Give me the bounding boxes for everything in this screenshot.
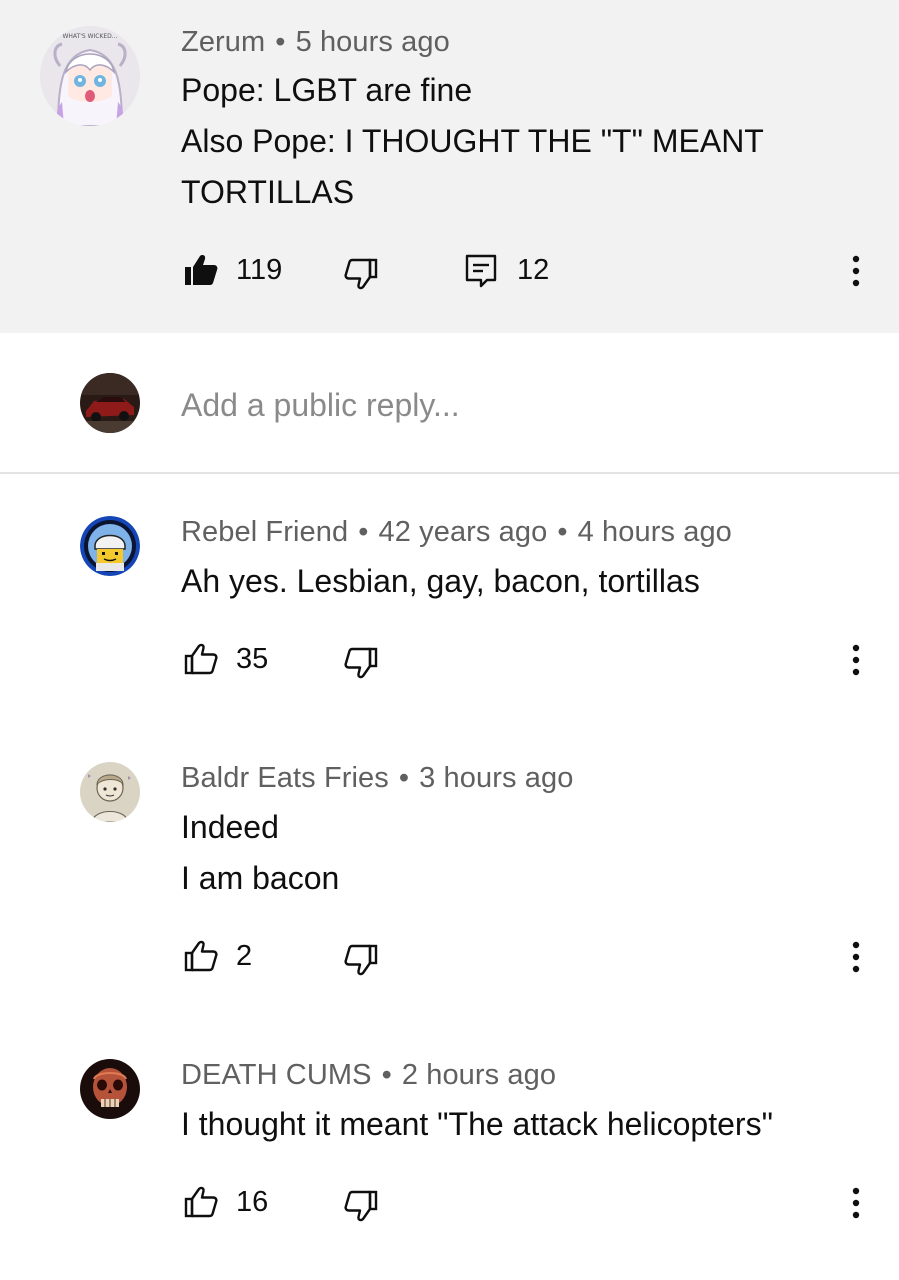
comment-meta: Rebel Friend • 42 years ago • 4 hours ago — [181, 516, 732, 549]
comment-text-line-1: Indeed — [181, 809, 279, 845]
comment-meta: DEATH CUMS • 2 hours ago — [181, 1059, 556, 1092]
separator-dot: • — [275, 26, 286, 58]
more-vert-icon — [852, 941, 860, 973]
avatar-baldr-eats-fries[interactable] — [80, 762, 140, 822]
thumbs-down-icon — [344, 258, 378, 290]
comment-text-line-3: TORTILLAS — [181, 174, 355, 210]
comment-actions: 16 — [0, 1184, 899, 1234]
lego-rebel-avatar-icon — [80, 516, 140, 576]
like-count: 35 — [236, 643, 269, 675]
separator-dot: • — [381, 1059, 392, 1091]
reply-input[interactable]: Add a public reply... — [181, 387, 460, 424]
thumbs-up-icon — [184, 643, 218, 675]
dislike-button[interactable] — [343, 1188, 379, 1224]
separator-dot: • — [557, 516, 568, 548]
author-name[interactable]: Zerum — [181, 26, 265, 58]
timestamp: 2 hours ago — [401, 1059, 557, 1091]
comment-icon — [465, 254, 497, 288]
dislike-button[interactable] — [343, 645, 379, 681]
thumbs-down-icon — [344, 1190, 378, 1222]
separator-dot: • — [358, 516, 369, 548]
more-options-button[interactable] — [844, 938, 868, 974]
more-options-button[interactable] — [844, 252, 868, 288]
timestamp: 4 hours ago — [577, 516, 732, 548]
top-comment: WHAT'S WICKED... Zerum • 5 hours ago Pope:… — [0, 0, 899, 333]
like-count: 2 — [236, 940, 253, 972]
sketch-avatar-icon — [80, 762, 140, 822]
like-count: 119 — [236, 254, 283, 286]
more-vert-icon — [852, 1187, 860, 1219]
reply-button[interactable] — [465, 254, 497, 288]
car-avatar-icon — [80, 373, 140, 433]
thumbs-down-icon — [344, 647, 378, 679]
like-button[interactable] — [183, 252, 219, 288]
separator-dot: • — [398, 762, 410, 794]
avatar-rebel-friend[interactable] — [80, 516, 140, 576]
dislike-button[interactable] — [343, 942, 379, 978]
comment-text-line-1: Pope: LGBT are fine — [181, 72, 473, 108]
author-name[interactable]: Baldr Eats Fries — [181, 762, 389, 794]
comment-meta: Zerum • 5 hours ago — [181, 26, 450, 59]
comment-text-line-2: Also Pope: I THOUGHT THE "T" MEANT — [181, 123, 764, 159]
like-count: 16 — [236, 1186, 269, 1218]
reply-count: 12 — [517, 254, 550, 286]
thumbs-up-filled-icon — [185, 255, 218, 285]
skull-avatar-icon — [80, 1059, 140, 1119]
comment-actions: 2 — [0, 938, 899, 988]
comment-text-line-1: I thought it meant "The attack helicopte… — [181, 1106, 773, 1142]
like-button[interactable] — [183, 938, 219, 974]
thumbs-down-icon — [344, 944, 378, 976]
comment-text-line-2: I am bacon — [181, 860, 340, 896]
more-options-button[interactable] — [844, 641, 868, 677]
anime-girl-avatar-icon: WHAT'S WICKED... — [40, 26, 140, 126]
more-vert-icon — [852, 644, 860, 676]
reply-comment: DEATH CUMS • 2 hours ago I thought it mean… — [0, 1019, 899, 1269]
more-vert-icon — [852, 255, 860, 287]
comment-meta: Baldr Eats Fries • 3 hours ago — [181, 762, 573, 795]
avatar-caption: WHAT'S WICKED... — [62, 33, 117, 40]
thumbs-up-icon — [184, 1186, 218, 1218]
author-name[interactable]: DEATH CUMS — [181, 1059, 372, 1091]
like-button[interactable] — [183, 641, 219, 677]
comment-actions: 35 — [0, 641, 899, 691]
avatar-death-cums[interactable] — [80, 1059, 140, 1119]
comment-text-line-1: Ah yes. Lesbian, gay, bacon, tortillas — [181, 563, 700, 599]
comment-actions: 119 12 — [0, 252, 899, 302]
timestamp: 5 hours ago — [295, 26, 450, 58]
timestamp: 3 hours ago — [419, 762, 574, 794]
reply-comment: Rebel Friend • 42 years ago • 4 hours ago Ah… — [0, 476, 899, 716]
current-user-avatar — [80, 373, 140, 433]
author-name[interactable]: Rebel Friend — [181, 516, 348, 548]
thumbs-up-icon — [184, 940, 218, 972]
add-reply-section: Add a public reply... — [0, 333, 899, 474]
reply-comment: Baldr Eats Fries • 3 hours ago Indeed I am… — [0, 722, 899, 1022]
more-options-button[interactable] — [844, 1184, 868, 1220]
avatar-zerum[interactable]: WHAT'S WICKED... — [40, 26, 140, 126]
author-handle: 42 years ago — [378, 516, 548, 548]
like-button[interactable] — [183, 1184, 219, 1220]
dislike-button[interactable] — [343, 256, 379, 292]
